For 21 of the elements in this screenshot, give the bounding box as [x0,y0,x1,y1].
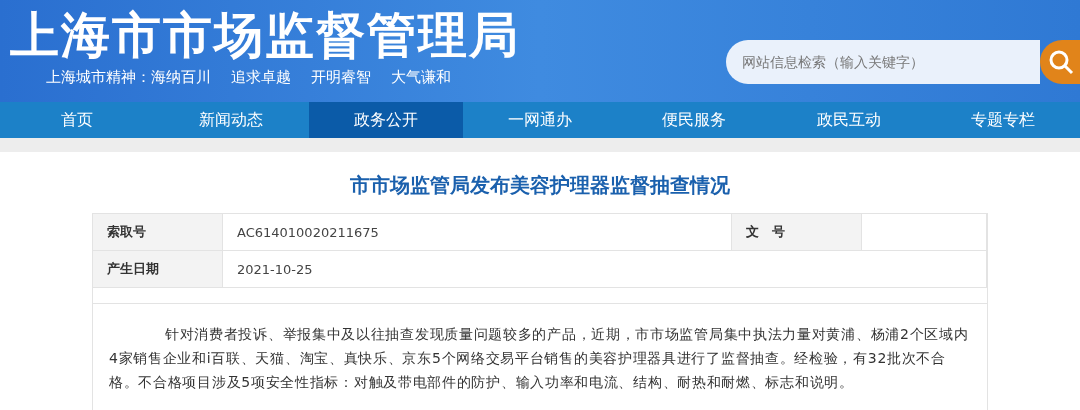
meta-value: 2021-10-25 [223,251,987,287]
nav-tab[interactable]: 政民互动 [771,102,926,138]
search-button[interactable] [1040,40,1080,84]
search-field[interactable]: 网站信息检索（输入关键字） [726,40,1040,84]
nav-tab[interactable]: 专题专栏 [925,102,1080,138]
nav-tab[interactable]: 政务公开 [308,102,463,138]
city-motto: 开明睿智 [311,68,371,87]
site-title: 上海市市场监督管理局 [10,8,520,64]
meta-label: 文 号 [732,214,862,250]
article-title: 市市场监管局发布美容护理器监督抽查情况 [350,172,730,199]
article-body: 针对消费者投诉、举报集中及以往抽查发现质量问题较多的产品，近期，市市场监管局集中执法力量对黄浦、杨浦2个区域内4家销售企业和i百联、天猫、淘宝、真快乐、京东5个网络交易平台销售的美容护理器具进行了监督抽查。经检验，有32批次不合格。不合格项目涉及5项安全性指标：对触及带电部件的防护、输入功率和电流、结构、耐热和耐燃、标志和说明。 [108,325,970,392]
city-motto: 上海城市精神：海纳百川 [46,68,211,87]
city-motto: 大气谦和 [391,68,451,87]
nav-tab[interactable]: 新闻动态 [154,102,309,138]
nav-tab[interactable]: 一网通办 [462,102,618,138]
city-motto: 追求卓越 [231,68,291,87]
meta-label: 索取号 [93,214,223,250]
nav-tab[interactable]: 首页 [0,102,155,138]
search-icon [1048,49,1074,75]
nav-tab[interactable]: 便民服务 [617,102,772,138]
meta-label: 产生日期 [93,251,223,287]
